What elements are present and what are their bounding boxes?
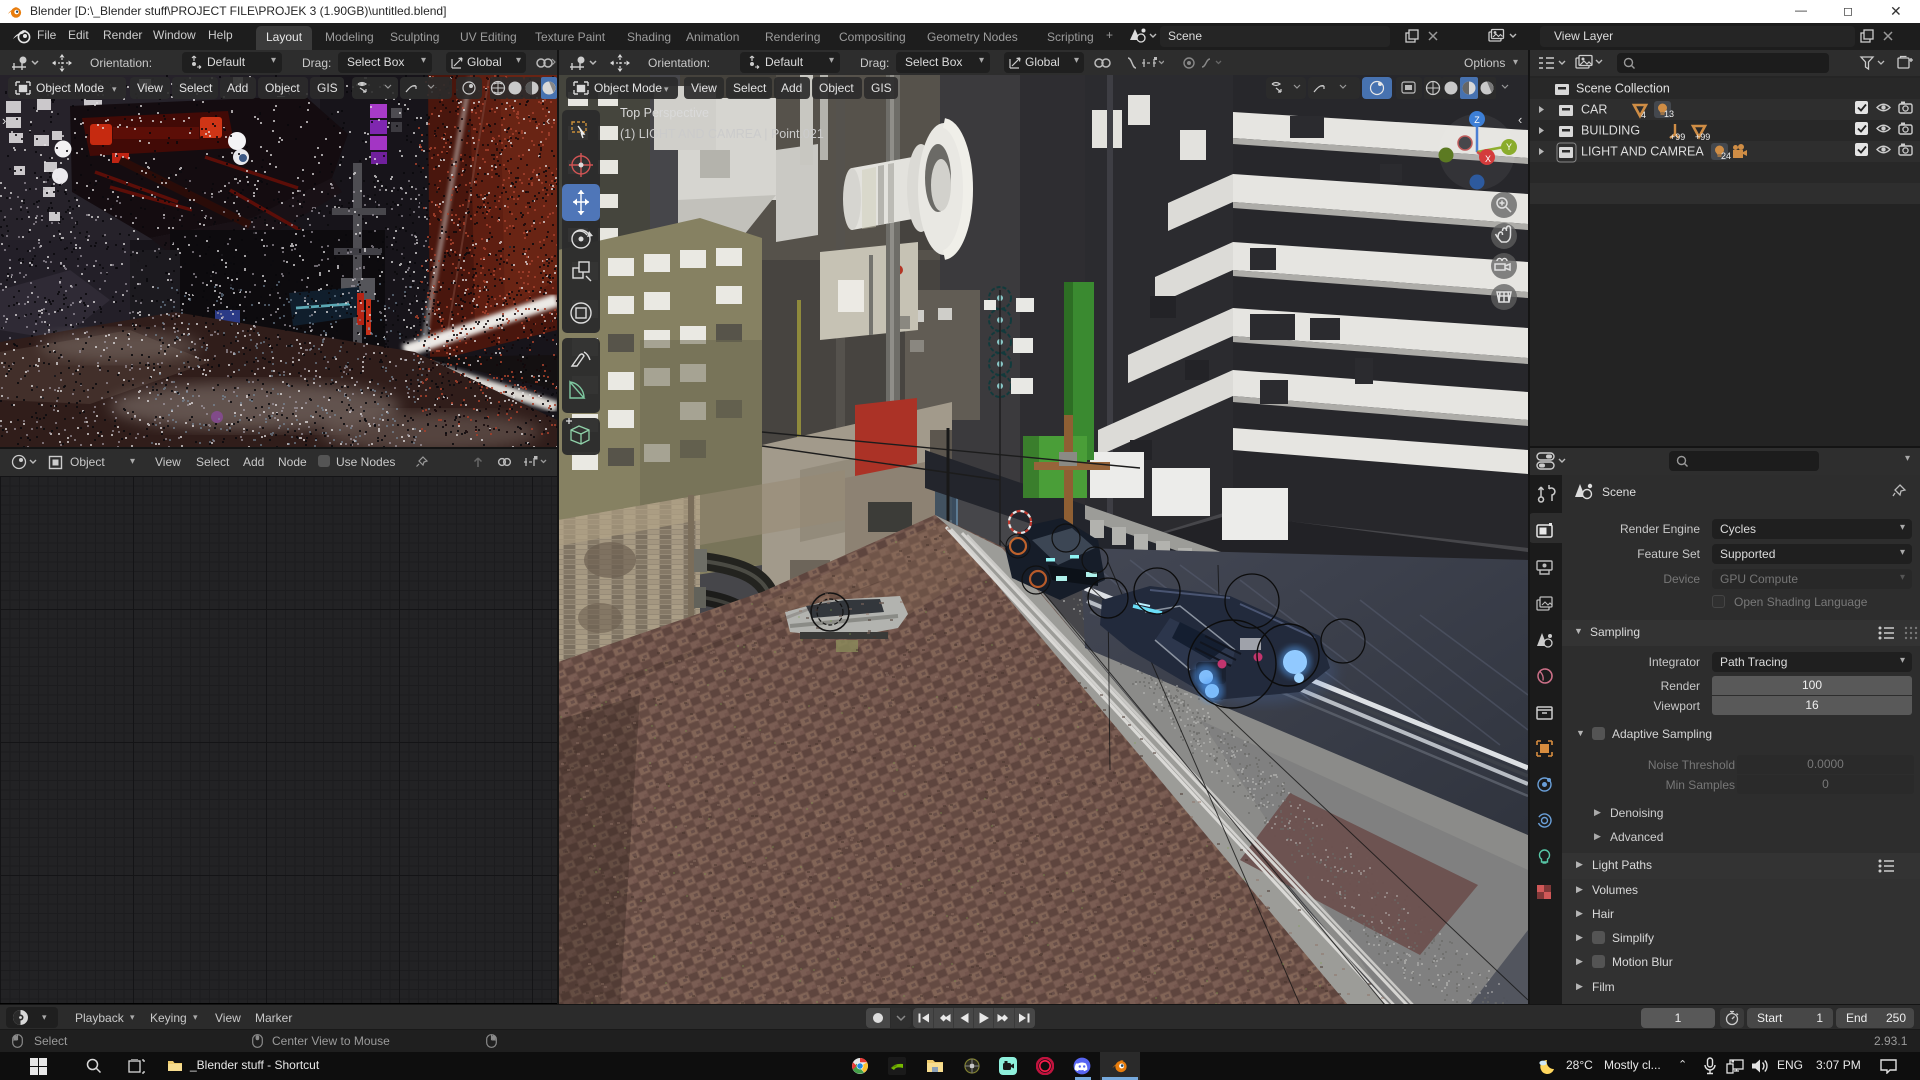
svg-text:Select: Select — [179, 81, 213, 95]
svg-text:Object: Object — [819, 81, 854, 95]
svg-text:‹: ‹ — [546, 113, 550, 128]
svg-text:Z: Z — [1474, 115, 1480, 125]
svg-text:View: View — [137, 81, 163, 95]
svg-text:24: 24 — [1721, 151, 1731, 161]
svg-text:Select: Select — [733, 81, 767, 95]
svg-text:›: › — [2, 113, 6, 128]
svg-text:(1) LIGHT AND CAMREA | Point.0: (1) LIGHT AND CAMREA | Point.021 — [620, 127, 824, 141]
svg-text:▾: ▾ — [112, 84, 117, 94]
svg-text:GIS: GIS — [871, 81, 892, 95]
svg-text:Scene Collection: Scene Collection — [1576, 82, 1670, 96]
svg-text:CAR: CAR — [1581, 103, 1607, 117]
svg-text:Add: Add — [781, 81, 802, 95]
svg-text:13: 13 — [1664, 109, 1674, 119]
svg-text:Object Mode: Object Mode — [36, 81, 104, 95]
svg-text:4: 4 — [1641, 110, 1646, 120]
svg-text:Top Perspective: Top Perspective — [620, 106, 709, 120]
svg-text:GIS: GIS — [317, 81, 338, 95]
svg-text:LIGHT AND CAMREA: LIGHT AND CAMREA — [1581, 145, 1704, 159]
svg-text:+99: +99 — [1670, 132, 1685, 142]
svg-text:X: X — [1485, 154, 1491, 164]
svg-text:Object: Object — [265, 81, 300, 95]
svg-text:Add: Add — [227, 81, 248, 95]
svg-text:BUILDING: BUILDING — [1581, 124, 1640, 138]
svg-text:▾: ▾ — [664, 84, 669, 94]
svg-text:+99: +99 — [1695, 132, 1710, 142]
svg-text:View: View — [691, 81, 717, 95]
svg-text:Object Mode: Object Mode — [594, 81, 662, 95]
svg-text:‹: ‹ — [1518, 112, 1522, 127]
svg-text:Y: Y — [1506, 142, 1512, 152]
